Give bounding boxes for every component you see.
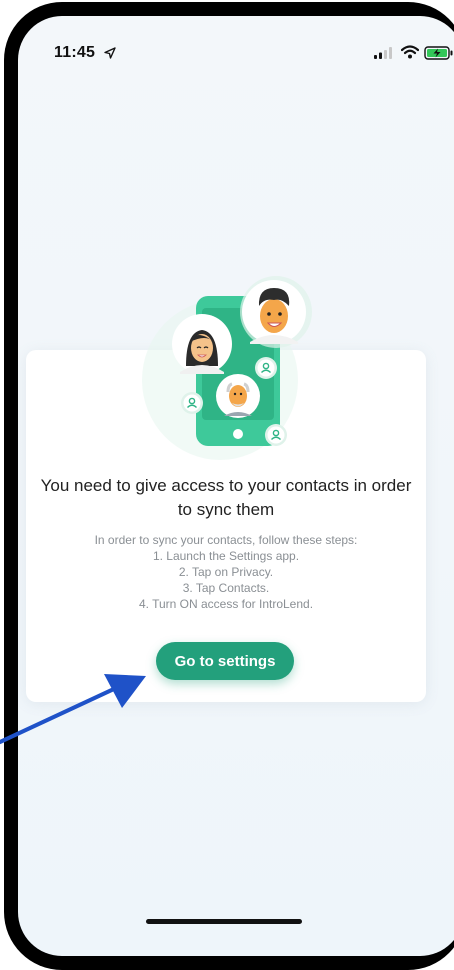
instruction-step: 1. Launch the Settings app. (152, 549, 300, 563)
contact-person-icon (255, 357, 277, 379)
location-arrow-icon (104, 47, 116, 59)
signal-icon (374, 47, 392, 59)
contact-person-icon (181, 392, 203, 414)
instruction-step: 4. Turn ON access for IntroLend. (138, 597, 314, 611)
instructions-intro: In order to sync your contacts, follow t… (94, 533, 358, 547)
battery-charging-icon (424, 46, 453, 60)
status-time: 11:45 (54, 44, 96, 61)
home-indicator[interactable] (146, 919, 302, 924)
contacts-illustration (142, 276, 312, 460)
wifi-icon (401, 45, 419, 59)
status-bar: 11:45 (18, 16, 454, 66)
annotation-arrow-icon (0, 674, 146, 744)
permission-headline: You need to give access to your contacts… (40, 476, 412, 519)
contact-person-icon (265, 424, 287, 446)
instruction-step: 3. Tap Contacts. (182, 581, 270, 595)
go-to-settings-button[interactable]: Go to settings (156, 642, 294, 680)
instruction-step: 2. Tap on Privacy. (178, 565, 274, 579)
permission-instructions: In order to sync your contacts, follow t… (40, 532, 412, 612)
